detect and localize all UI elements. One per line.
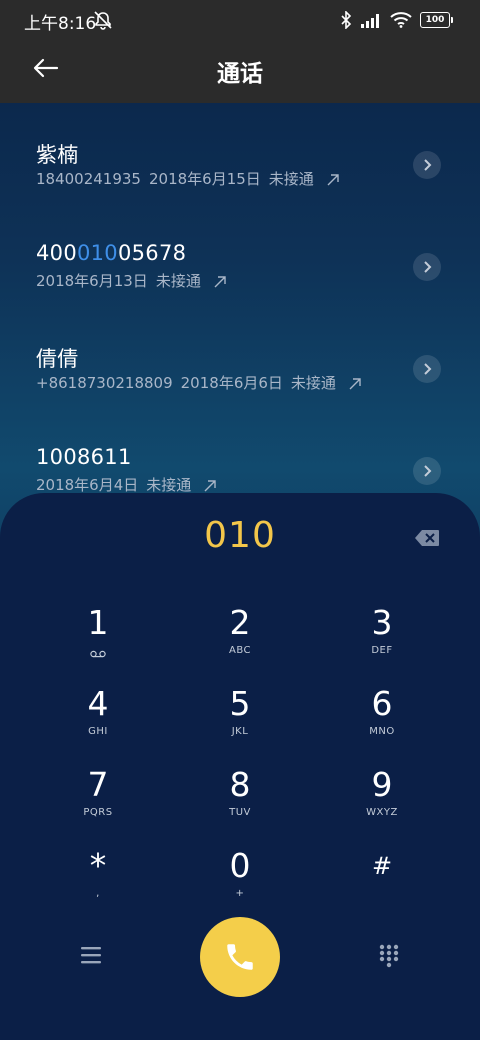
call-meta: 2018年6月4日 未接通 [36,474,217,495]
voicemail-icon [90,650,106,658]
key-1[interactable]: 1 [38,603,158,675]
chevron-right-icon [424,261,432,273]
key-digit: 6 [371,684,393,723]
key-digit: 9 [371,765,393,804]
call-log-list: 紫楠 18400241935 2018年6月15日 未接通 40001005678 … [0,103,480,511]
page-title: 通话 [217,61,263,87]
call-status: 未接通 [290,374,336,392]
outgoing-call-icon [204,479,216,491]
key-letters: WXYZ [366,807,398,818]
name-part: 05678 [117,241,187,265]
battery-icon: 100 [420,12,453,28]
outgoing-call-icon [214,275,226,287]
call-button[interactable] [200,917,280,997]
key-letters: , [96,888,100,899]
chevron-right-icon [424,465,432,477]
call-status: 未接通 [155,272,201,290]
call-meta: 18400241935 2018年6月15日 未接通 [36,168,340,189]
key-letters: PQRS [83,807,113,818]
bluetooth-icon [341,11,352,29]
backspace-icon[interactable] [414,529,440,547]
key-letters: JKL [231,726,249,737]
call-detail-button[interactable] [413,355,441,383]
key-digit: 5 [229,684,251,723]
name-part: 400 [36,241,77,265]
menu-icon[interactable] [78,943,104,967]
keypad-toggle-icon[interactable] [378,943,400,969]
call-detail-button[interactable] [413,457,441,485]
outgoing-call-icon [327,173,339,185]
call-status: 未接通 [146,476,192,494]
key-9[interactable]: 9 WXYZ [322,765,442,837]
mute-notification-icon [94,11,112,30]
key-digit: # [371,852,393,880]
call-detail-button[interactable] [413,253,441,281]
call-number: 18400241935 [36,170,141,188]
key-letters: GHI [88,726,108,737]
status-icons: 100 [340,10,453,30]
name-part-highlight: 010 [76,241,118,265]
call-log-item[interactable]: 紫楠 18400241935 2018年6月15日 未接通 [0,103,480,205]
wifi-icon [390,12,412,28]
call-date: 2018年6月15日 [148,170,261,188]
call-meta: +8618730218809 2018年6月6日 未接通 [36,372,362,393]
dialpad-panel: 010 1 2 ABC 3 DEF 4 GHI 5 JKL 6 MNO 7 PQ… [0,493,480,1040]
signal-icon [361,14,379,28]
key-hash[interactable]: # [322,846,442,918]
call-status: 未接通 [268,170,314,188]
dialpad-actions [0,915,480,1005]
dialed-number-display: 010 [204,515,276,556]
key-star[interactable]: * , [38,846,158,918]
key-7[interactable]: 7 PQRS [38,765,158,837]
key-digit: 7 [87,765,109,804]
call-date: 2018年6月4日 [36,476,139,494]
key-digit: 1 [87,603,109,642]
key-digit: 8 [229,765,251,804]
key-digit: 2 [229,603,251,642]
title-bar: 通话 [0,40,480,103]
key-6[interactable]: 6 MNO [322,684,442,756]
key-2[interactable]: 2 ABC [180,603,300,675]
key-5[interactable]: 5 JKL [180,684,300,756]
key-8[interactable]: 8 TUV [180,765,300,837]
key-digit: 0 [229,846,251,885]
call-contact-name: 1008611 [36,445,132,469]
phone-icon [227,944,253,970]
dialer-screen: 上午8:16 100 通话 紫楠 18400241935 2018年6月15日 … [0,0,480,1040]
call-number: +8618730218809 [36,374,173,392]
key-3[interactable]: 3 DEF [322,603,442,675]
call-meta: 2018年6月13日 未接通 [36,270,227,291]
status-bar: 上午8:16 100 [0,0,480,40]
outgoing-call-icon [349,377,361,389]
call-date: 2018年6月6日 [180,374,283,392]
call-date: 2018年6月13日 [36,272,148,290]
key-digit: * [89,846,107,885]
top-bar: 上午8:16 100 通话 [0,0,480,103]
key-letters: MNO [369,726,395,737]
key-letters: TUV [229,807,251,818]
call-contact-name: 倩倩 [36,347,79,371]
call-contact-name: 紫楠 [36,143,79,167]
key-digit: 4 [87,684,109,723]
status-time: 上午8:16 [24,14,97,34]
key-letters: DEF [371,645,393,656]
key-4[interactable]: 4 GHI [38,684,158,756]
call-log-item[interactable]: 40001005678 2018年6月13日 未接通 [0,205,480,307]
key-letters: + [235,888,245,899]
key-digit: 3 [371,603,393,642]
chevron-right-icon [424,363,432,375]
call-log-item[interactable]: 倩倩 +8618730218809 2018年6月6日 未接通 [0,307,480,409]
key-0[interactable]: 0 + [180,846,300,918]
call-contact-name: 40001005678 [36,241,186,265]
chevron-right-icon [424,159,432,171]
call-detail-button[interactable] [413,151,441,179]
key-letters: ABC [228,645,251,656]
